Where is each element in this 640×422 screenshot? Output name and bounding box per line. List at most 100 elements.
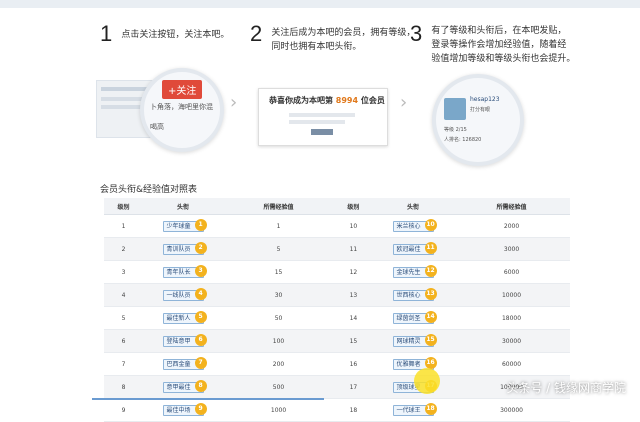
- chevron-right-icon: ›: [230, 92, 238, 113]
- title-text: 金球先生: [396, 268, 421, 276]
- table-cell: 2: [104, 237, 143, 261]
- title-cell: 金球先生 12: [372, 260, 454, 284]
- table-cell: 200: [223, 352, 334, 376]
- step-1-number: 1: [100, 21, 113, 46]
- title-text: 巴西金童: [166, 360, 191, 368]
- table-cell: 1: [223, 214, 334, 238]
- header-exp-2: 所需经验值: [453, 198, 570, 215]
- table-row: 3 青年队长 3 15 12 金球先生 12 6000: [104, 260, 570, 284]
- table-cell: 60000: [453, 352, 570, 376]
- title-cell: 绿茵剑圣 14: [372, 306, 454, 330]
- table-cell: 3: [104, 260, 143, 284]
- step-3-illustration: hesap123 打分有眼 等级 2/15 人排名: 126820: [432, 74, 524, 166]
- title-text: 一代球王: [396, 406, 421, 414]
- table-cell: 1000: [223, 398, 334, 422]
- table-row: 2 青训队员 2 5 11 欧冠最佳 11 3000: [104, 237, 570, 261]
- snippet-text-2: 喝高: [150, 123, 164, 131]
- table-cell: 15: [333, 329, 373, 353]
- title-badge: 最佳中场 9: [162, 402, 207, 416]
- title-text: 世西核心: [396, 291, 421, 299]
- step-2-member-card: 恭喜你成为本吧第 8994 位会员: [258, 88, 388, 146]
- table-title: 会员头衔&经验值对照表: [100, 185, 198, 195]
- title-badge: 青训队员 2: [162, 241, 207, 255]
- step-2-text: 关注后成为本吧的会员，拥有等级， 同时也拥有本吧头衔。: [271, 28, 416, 52]
- header-level: 级别: [104, 198, 143, 215]
- table-cell: 30000: [453, 329, 570, 353]
- title-text: 网球精灵: [396, 337, 421, 345]
- title-badge: 绿茵剑圣 14: [392, 310, 437, 324]
- avatar: [444, 98, 466, 120]
- title-text: 最佳新人: [166, 314, 191, 322]
- table-cell: 18000: [453, 306, 570, 330]
- level-star-icon: 15: [424, 333, 437, 346]
- title-badge: 最佳新人 5: [162, 310, 207, 324]
- table-row: 6 登陆意甲 6 100 15 网球精灵 15 30000: [104, 329, 570, 353]
- step-1-text: 点击关注按钮，关注本吧。: [121, 30, 230, 40]
- title-badge: 巴西金童 7: [162, 356, 207, 370]
- table-cell: 30: [223, 283, 334, 307]
- title-badge: 登陆意甲 6: [162, 333, 207, 347]
- title-badge: 青年队长 3: [162, 264, 207, 278]
- level-star-icon: 3: [194, 264, 207, 277]
- table-row: 8意甲最佳850017顶级球星17100000: [104, 375, 570, 399]
- title-text: 青训队员: [166, 245, 191, 253]
- level-star-icon: 11: [424, 241, 437, 254]
- table-cell: 16: [333, 352, 373, 376]
- snippet-text: 卜角落，海吧里你混: [150, 103, 213, 111]
- header-title: 头衔: [142, 198, 224, 215]
- title-text: 欧冠最佳: [396, 245, 421, 253]
- step-3-number: 3: [410, 21, 423, 46]
- title-cell: 最佳中场 9: [142, 398, 224, 422]
- level-star-icon: 14: [424, 310, 437, 323]
- title-badge: 世西核心 13: [392, 287, 437, 301]
- table-cell: 10000: [453, 283, 570, 307]
- table-cell: 13: [333, 283, 373, 307]
- title-cell: 世西核心 13: [372, 283, 454, 307]
- table-cell: 100: [223, 329, 334, 353]
- confirm-button[interactable]: [311, 129, 333, 135]
- level-star-icon: 13: [424, 287, 437, 300]
- title-cell: 一线队员 4: [142, 283, 224, 307]
- level-star-icon: 6: [194, 333, 207, 346]
- header-level-2: 级别: [333, 198, 373, 215]
- user-tag: 打分有眼: [470, 107, 491, 113]
- title-cell: 网球精灵 15: [372, 329, 454, 353]
- title-text: 青年队长: [166, 268, 191, 276]
- level-label: 等级 2/15: [444, 127, 467, 133]
- follow-button[interactable]: +关注: [162, 80, 203, 99]
- title-badge: 米兰核心 10: [392, 218, 437, 232]
- table-cell: 500: [223, 375, 334, 399]
- level-star-icon: 10: [424, 218, 437, 231]
- level-star-icon: 7: [194, 356, 207, 369]
- level-star-icon: 8: [194, 379, 207, 392]
- magnifier-circle-2: hesap123 打分有眼 等级 2/15 人排名: 126820: [432, 74, 524, 166]
- header-exp: 所需经验值: [223, 198, 334, 215]
- table-cell: 11: [333, 237, 373, 261]
- title-text: 意甲最佳: [166, 383, 191, 391]
- watermark: 头条号 / 钱缘网商学院: [506, 381, 626, 395]
- title-cell: 青训队员 2: [142, 237, 224, 261]
- table-cell: 6000: [453, 260, 570, 284]
- title-badge: 网球精灵 15: [392, 333, 437, 347]
- title-cell: 意甲最佳 8: [142, 375, 224, 399]
- magnifier-circle: +关注 卜角落，海吧里你混 喝高: [140, 68, 224, 152]
- title-cell: 最佳新人 5: [142, 306, 224, 330]
- level-star-icon: 16: [424, 356, 437, 369]
- title-cell: 顶级球星17: [372, 375, 454, 399]
- table-cell: 50: [223, 306, 334, 330]
- table-cell: 8: [104, 375, 143, 399]
- header-title-2: 头衔: [372, 198, 454, 215]
- table-cell: 2000: [453, 214, 570, 238]
- table-header: 级别 头衔 所需经验值 级别 头衔 所需经验值: [104, 198, 570, 215]
- step-1-illustration: +关注 卜角落，海吧里你混 喝高: [96, 68, 224, 152]
- table-cell: 14: [333, 306, 373, 330]
- step-1: 1 点击关注按钮，关注本吧。: [100, 22, 229, 46]
- scroll-indicator: [92, 398, 324, 400]
- title-badge: 一线队员 4: [162, 287, 207, 301]
- table-row: 4 一线队员 4 30 13 世西核心 13 10000: [104, 283, 570, 307]
- table-cell: 300000: [453, 398, 570, 422]
- title-badge: 欧冠最佳 11: [392, 241, 437, 255]
- table-body: 1 少年球童 1 1 10 米兰核心 10 2000 2 青训队员 2 5 11 欧冠最佳 11 3000 3 青…: [104, 214, 570, 422]
- title-cell: 巴西金童 7: [142, 352, 224, 376]
- level-star-icon: 12: [424, 264, 437, 277]
